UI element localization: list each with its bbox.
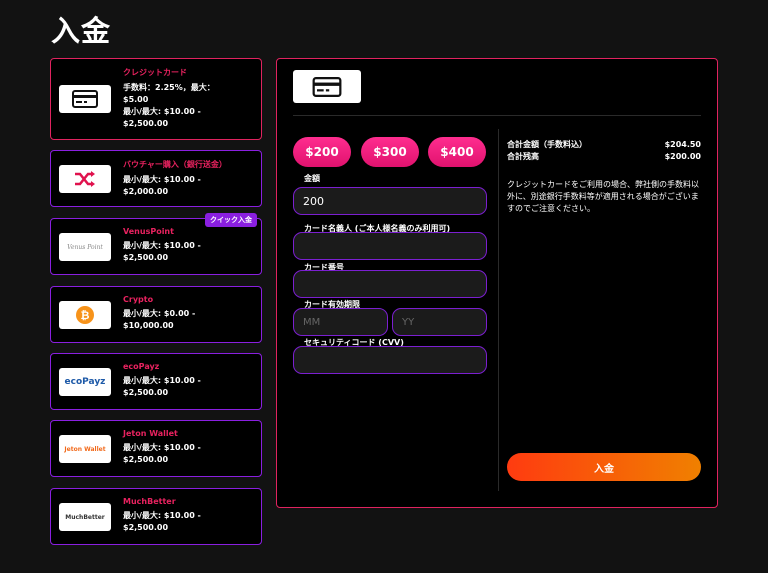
deposit-submit-button[interactable]: 入金 bbox=[507, 453, 701, 481]
method-limit-max: $2,500.00 bbox=[123, 253, 169, 262]
method-jeton[interactable]: Jeton Wallet Jeton Wallet 最小/最大: $10.00 … bbox=[50, 420, 262, 477]
amount-300-button[interactable]: $300 bbox=[361, 137, 419, 167]
method-limit: 最小/最大: $0.00 - bbox=[123, 309, 196, 318]
method-limit-max: $2,500.00 bbox=[123, 119, 169, 128]
method-limit-max: $10,000.00 bbox=[123, 321, 174, 330]
card-holder-input[interactable] bbox=[293, 232, 487, 260]
method-voucher[interactable]: バウチャー購入（銀行送金） 最小/最大: $10.00 - $2,000.00 bbox=[50, 150, 262, 207]
amount-label: 金額 bbox=[304, 174, 320, 183]
amount-200-button[interactable]: $200 bbox=[293, 137, 351, 167]
balance-value: $200.00 bbox=[664, 152, 701, 161]
expiry-year-input[interactable]: YY bbox=[392, 308, 487, 336]
muchbetter-logo: MuchBetter bbox=[59, 503, 111, 531]
method-name: Crypto bbox=[123, 295, 154, 304]
muchbetter-logo-text: MuchBetter bbox=[65, 513, 105, 521]
method-limit: 最小/最大: $10.00 - bbox=[123, 175, 201, 184]
shuffle-icon bbox=[75, 171, 95, 187]
expiry-month-placeholder: MM bbox=[303, 316, 321, 328]
svg-text:₿: ₿ bbox=[81, 309, 90, 322]
method-limit-max: $2,000.00 bbox=[123, 187, 169, 196]
quick-deposit-badge: クイック入金 bbox=[205, 213, 257, 227]
amount-input[interactable]: 200 bbox=[293, 187, 487, 215]
method-limit-max: $2,500.00 bbox=[123, 388, 169, 397]
method-limit-max: $2,500.00 bbox=[123, 523, 169, 532]
method-name: Jeton Wallet bbox=[123, 429, 178, 438]
voucher-logo bbox=[59, 165, 111, 193]
fee-notice: クレジットカードをご利用の場合、弊社側の手数料以外に、別途銀行手数料等が適用され… bbox=[507, 180, 699, 213]
card-number-input[interactable] bbox=[293, 270, 487, 298]
method-limit: 最小/最大: $10.00 - bbox=[123, 511, 201, 520]
method-limit: 最小/最大: $10.00 - bbox=[123, 241, 201, 250]
method-name: MuchBetter bbox=[123, 497, 176, 506]
cvv-input[interactable] bbox=[293, 346, 487, 374]
credit-card-icon bbox=[72, 90, 98, 108]
selected-method-logo bbox=[293, 70, 361, 103]
total-row: 合計金額（手数料込） $204.50 bbox=[507, 139, 701, 151]
credit-card-icon bbox=[312, 76, 342, 97]
panel-divider bbox=[293, 115, 701, 116]
method-name: ecoPayz bbox=[123, 362, 160, 371]
method-fee: 手数料：2.25%，最大： bbox=[123, 83, 215, 92]
method-name: バウチャー購入（銀行送金） bbox=[123, 160, 227, 169]
credit-card-logo bbox=[59, 85, 111, 113]
deposit-summary: 合計金額（手数料込） $204.50 合計残高 $200.00 クレジットカード… bbox=[507, 139, 701, 215]
amount-400-button[interactable]: $400 bbox=[428, 137, 486, 167]
method-crypto[interactable]: ₿ Crypto 最小/最大: $0.00 - $10,000.00 bbox=[50, 286, 262, 343]
total-value: $204.50 bbox=[664, 140, 701, 149]
method-name: VenusPoint bbox=[123, 227, 174, 236]
method-ecopayz[interactable]: ecoPayz ecoPayz 最小/最大: $10.00 - $2,500.0… bbox=[50, 353, 262, 410]
venuspoint-logo-text: Venus Point bbox=[67, 243, 103, 251]
crypto-logo: ₿ bbox=[59, 301, 111, 329]
method-venuspoint[interactable]: クイック入金 Venus Point VenusPoint 最小/最大: $10… bbox=[50, 213, 262, 275]
method-limit-max: $2,500.00 bbox=[123, 455, 169, 464]
jeton-logo-text: Jeton Wallet bbox=[64, 445, 106, 453]
amount-value: 200 bbox=[303, 194, 324, 208]
deposit-panel: $200 $300 $400 金額 200 カード名義人 (ご本人様名義のみ利用… bbox=[276, 58, 718, 508]
page-title: 入金 bbox=[51, 14, 112, 48]
method-limit: 最小/最大: $10.00 - bbox=[123, 443, 201, 452]
method-name: クレジットカード bbox=[123, 68, 187, 77]
column-divider bbox=[498, 129, 499, 491]
method-limit: 最小/最大: $10.00 - bbox=[123, 376, 201, 385]
bitcoin-icon: ₿ bbox=[76, 306, 94, 324]
balance-row: 合計残高 $200.00 bbox=[507, 151, 701, 163]
venuspoint-logo: Venus Point bbox=[59, 233, 111, 261]
method-limit: 最小/最大: $10.00 - bbox=[123, 107, 201, 116]
expiry-month-input[interactable]: MM bbox=[293, 308, 388, 336]
jeton-logo: Jeton Wallet bbox=[59, 435, 111, 463]
method-muchbetter[interactable]: MuchBetter MuchBetter 最小/最大: $10.00 - $2… bbox=[50, 488, 262, 545]
ecopayz-logo: ecoPayz bbox=[59, 368, 111, 396]
total-label: 合計金額（手数料込） bbox=[507, 140, 587, 149]
ecopayz-logo-text: ecoPayz bbox=[64, 377, 106, 387]
balance-label: 合計残高 bbox=[507, 152, 539, 161]
method-credit-card[interactable]: クレジットカード 手数料：2.25%，最大： $5.00 最小/最大: $10.… bbox=[50, 58, 262, 140]
method-fee-max: $5.00 bbox=[123, 95, 149, 104]
expiry-year-placeholder: YY bbox=[402, 316, 415, 328]
